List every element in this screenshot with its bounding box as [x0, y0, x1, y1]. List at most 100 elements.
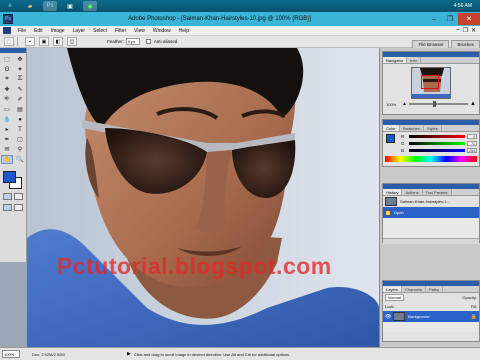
tab-styles[interactable]: Styles	[424, 125, 442, 131]
ie-icon[interactable]: e	[3, 1, 17, 11]
shape-tool-icon[interactable]: ▢	[14, 135, 26, 144]
notes-tool-icon[interactable]: ✉	[1, 145, 13, 154]
tab-info[interactable]: Info	[407, 57, 421, 63]
tab-actions[interactable]: Actions	[402, 189, 423, 195]
tab-history[interactable]: History	[383, 189, 403, 195]
green-app-icon[interactable]: ◆	[83, 1, 97, 11]
new-selection-icon[interactable]: ▪	[25, 37, 35, 46]
blend-mode-select[interactable]: Normal	[385, 294, 404, 301]
eye-icon[interactable]: 👁	[385, 314, 391, 320]
document-icon[interactable]	[3, 27, 11, 34]
dodge-tool-icon[interactable]: ●	[14, 115, 26, 124]
layers-tabs: Layers Channels Paths	[383, 286, 479, 293]
navigator-zoom-slider[interactable]	[408, 101, 469, 107]
tab-channels[interactable]: Channels	[402, 286, 426, 292]
full-screen-menu-button[interactable]	[14, 204, 23, 211]
history-state[interactable]: Open	[383, 207, 479, 218]
photoshop-app-icon[interactable]: Ps	[3, 14, 13, 24]
color-spectrum[interactable]	[385, 156, 477, 162]
subtract-selection-icon[interactable]: ◧	[53, 37, 63, 46]
zoom-slider-knob[interactable]	[432, 101, 436, 107]
path-select-tool-icon[interactable]: ▸	[1, 125, 13, 134]
tab-navigator[interactable]: Navigator	[383, 57, 408, 63]
menu-filter[interactable]: Filter	[111, 28, 130, 34]
type-tool-icon[interactable]: T	[14, 125, 26, 134]
doc-close-icon[interactable]: ✕	[471, 27, 476, 34]
restore-button[interactable]: ❐	[442, 13, 458, 25]
marquee-tool-icon[interactable]: ⬚	[1, 55, 13, 64]
layer-row-background[interactable]: 👁 Background 🔒	[383, 311, 479, 322]
slice-tool-icon[interactable]: ⚿	[14, 75, 26, 84]
menu-edit[interactable]: Edit	[30, 28, 47, 34]
tab-tool-presets[interactable]: Tool Presets	[423, 189, 452, 195]
eyedropper-tool-icon[interactable]: ⚲	[14, 145, 26, 154]
color-panel-fg[interactable]	[386, 134, 395, 143]
standard-screen-button[interactable]	[3, 204, 12, 211]
zoom-out-icon[interactable]: ▲	[402, 101, 407, 107]
lasso-tool-icon[interactable]: ʘ	[1, 65, 13, 74]
menu-help[interactable]: Help	[175, 28, 193, 34]
minimize-button[interactable]: –	[426, 13, 442, 25]
move-tool-icon[interactable]: ✥	[14, 55, 26, 64]
tab-swatches[interactable]: Swatches	[400, 125, 424, 131]
intersect-selection-icon[interactable]: ◫	[67, 37, 77, 46]
status-doc-size[interactable]: Doc: 2.92M/2.92M	[32, 352, 127, 357]
healing-tool-icon[interactable]: ✚	[1, 85, 13, 94]
color-row-b: B 254	[399, 147, 479, 154]
menu-image[interactable]: Image	[47, 28, 69, 34]
navigator-thumbnail[interactable]	[411, 67, 451, 99]
green-slider[interactable]	[409, 142, 465, 145]
standard-mode-button[interactable]	[3, 193, 12, 200]
gradient-tool-icon[interactable]: ▤	[14, 105, 26, 114]
status-zoom-field[interactable]: 100%	[2, 350, 20, 358]
close-button[interactable]: ✕	[458, 13, 480, 25]
menu-window[interactable]: Window	[149, 28, 175, 34]
folder-icon[interactable]: ▰	[23, 1, 37, 11]
add-selection-icon[interactable]: ▣	[39, 37, 49, 46]
tool-preset-picker[interactable]: ⬚	[4, 37, 14, 46]
brushes-tab[interactable]: Brushes	[451, 40, 480, 48]
eraser-tool-icon[interactable]: ▭	[1, 105, 13, 114]
menu-file[interactable]: File	[14, 28, 30, 34]
quick-mask-button[interactable]	[14, 193, 23, 200]
media-icon[interactable]: ▣	[63, 1, 77, 11]
menu-view[interactable]: View	[130, 28, 149, 34]
green-value[interactable]: 71	[467, 141, 477, 146]
tab-paths[interactable]: Paths	[426, 286, 444, 292]
red-slider[interactable]	[409, 135, 465, 138]
blue-value[interactable]: 254	[467, 148, 477, 153]
status-arrow-icon[interactable]: ▶	[127, 351, 131, 357]
menu-bar: File Edit Image Layer Select Filter View…	[0, 26, 480, 36]
doc-restore-icon[interactable]: ❐	[463, 27, 468, 34]
history-snapshot[interactable]: Salman-Khan-Hairstyles-1...	[383, 196, 479, 207]
layers-panel: Layers Channels Paths Normal Opacity: Lo…	[382, 280, 480, 342]
antialias-checkbox[interactable]	[145, 39, 151, 44]
blur-tool-icon[interactable]: 💧	[1, 115, 13, 124]
menu-layer[interactable]: Layer	[69, 28, 90, 34]
navigator-view-rect[interactable]	[421, 75, 439, 89]
zoom-in-icon[interactable]: ▲	[470, 101, 476, 107]
feather-input[interactable]: 0 px	[125, 38, 140, 45]
hand-tool-icon[interactable]: ✋	[1, 155, 13, 164]
tab-color[interactable]: Color	[383, 125, 400, 131]
doc-minimize-icon[interactable]: –	[456, 27, 459, 34]
history-brush-tool-icon[interactable]: ✐	[14, 95, 26, 104]
image-canvas[interactable]: Pctutorial.blogspot.com	[27, 48, 379, 347]
menu-select[interactable]: Select	[89, 28, 111, 34]
tab-layers[interactable]: Layers	[383, 286, 403, 292]
stamp-tool-icon[interactable]: ⎆	[1, 95, 13, 104]
pen-tool-icon[interactable]: ✒	[1, 135, 13, 144]
navigator-zoom-value[interactable]: 100%	[386, 102, 400, 107]
zoom-tool-icon[interactable]: 🔍	[14, 155, 26, 164]
tool-grid: ⬚ ✥ ʘ ✦ ⌗ ⚿ ✚ ✎ ⎆ ✐ ▭ ▤ 💧 ● ▸ T ✒ ▢ ✉ ⚲ ✋ 🔍	[0, 53, 26, 166]
feather-label: Feather:	[107, 39, 124, 44]
blue-slider[interactable]	[409, 149, 465, 152]
magic-wand-tool-icon[interactable]: ✦	[14, 65, 26, 74]
brush-tool-icon[interactable]: ✎	[14, 85, 26, 94]
file-browser-tab[interactable]: File Browser	[412, 40, 450, 48]
foreground-color-swatch[interactable]	[3, 171, 16, 183]
red-value[interactable]: 0	[467, 134, 477, 139]
crop-tool-icon[interactable]: ⌗	[1, 75, 13, 84]
navigator-zoom-row: 100% ▲ ▲	[383, 99, 479, 109]
photoshop-taskbar-icon[interactable]: Ps	[43, 1, 57, 11]
